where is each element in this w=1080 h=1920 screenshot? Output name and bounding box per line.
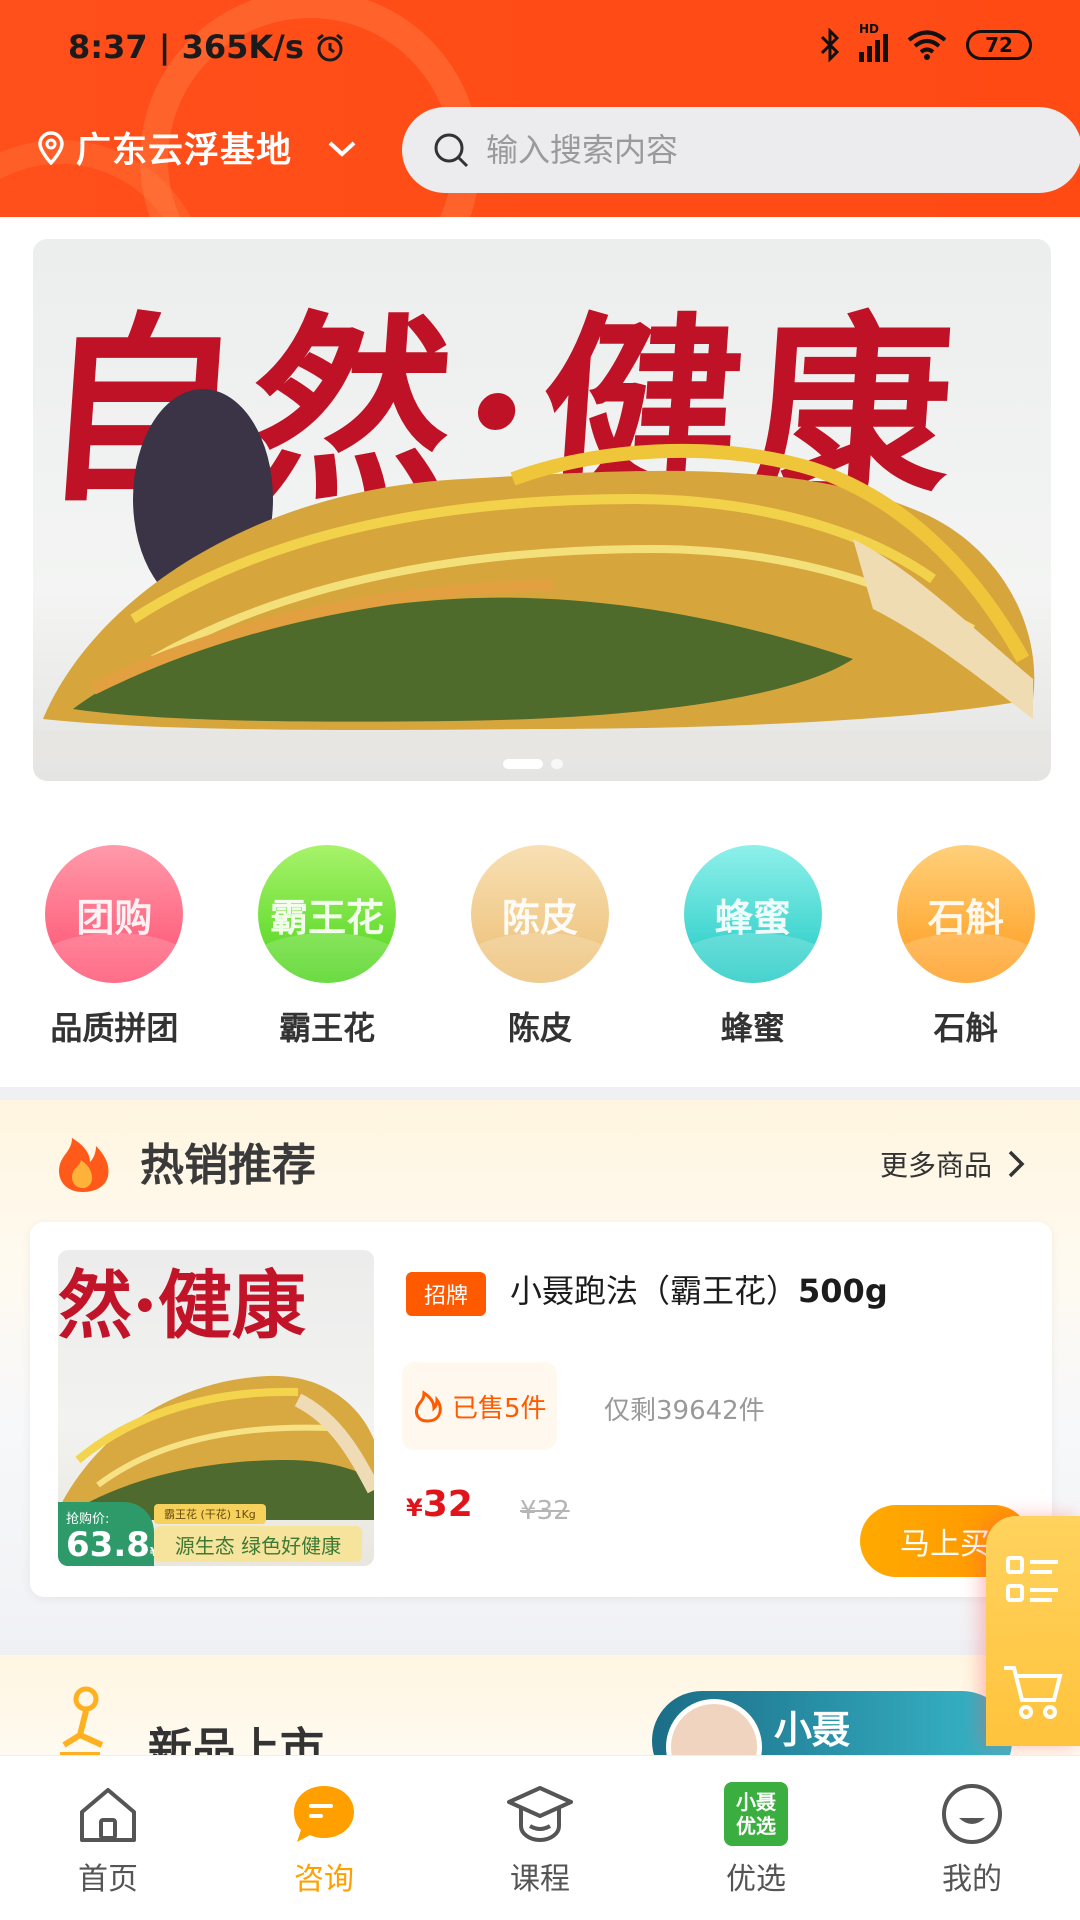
stock-remaining: 仅剩39642件 (604, 1396, 765, 1426)
original-price: ¥32 (520, 1496, 570, 1526)
youxuan-badge: 小聂 优选 (724, 1782, 788, 1846)
fire-icon (58, 1138, 109, 1192)
graduation-cap-icon (507, 1786, 573, 1843)
status-bar: 8:37 | 365K/s HD 72 (0, 0, 1080, 100)
tab-label: 优选 (726, 1862, 786, 1897)
category-row: 团购 品质拼团 霸王花 霸王花 陈皮 陈皮 蜂蜜 蜂蜜 石斛 石斛 (0, 845, 1080, 1049)
carousel-dots (503, 759, 563, 769)
cart-icon[interactable] (1000, 1660, 1066, 1722)
current-price: ¥32 (406, 1484, 473, 1525)
tab-label: 咨询 (294, 1862, 354, 1897)
tab-youxuan[interactable]: 小聂 优选 优选 (656, 1782, 856, 1898)
search-icon (434, 133, 469, 168)
tab-label: 我的 (942, 1862, 1002, 1897)
hot-title: 热销推荐 (140, 1140, 316, 1191)
signature-badge: 招牌 (406, 1272, 487, 1316)
category-item-honey[interactable]: 蜂蜜 蜂蜜 (653, 845, 853, 1049)
app-root: 8:37 | 365K/s HD 72 广东云浮基地 输入搜索内容 自然·健康 … (0, 0, 1080, 1920)
new-arrivals-section: 新品上市 小聂 (0, 1655, 1080, 1755)
location-pin-icon (38, 130, 64, 165)
tab-label: 课程 (510, 1862, 570, 1897)
runner-icon (60, 1686, 104, 1755)
category-icon: 蜂蜜 (683, 845, 822, 983)
status-right: HD 72 (819, 22, 1032, 62)
battery-indicator: 72 (966, 30, 1032, 60)
bottom-tab-bar: 首页 咨询 课程 小聂 优选 优选 我的 (0, 1755, 1080, 1920)
category-label: 石斛 (933, 1009, 998, 1047)
category-label: 霸王花 (279, 1009, 376, 1047)
carousel-dot[interactable] (551, 759, 563, 769)
status-time-speed: 8:37 | 365K/s (68, 28, 304, 66)
chevron-down-icon (328, 141, 356, 157)
category-item-dendrobium[interactable]: 石斛 石斛 (866, 845, 1066, 1049)
tab-home[interactable]: 首页 (8, 1782, 208, 1898)
price-tag-value: 63.8¥ (66, 1525, 158, 1565)
avatar (666, 1699, 762, 1755)
header: 8:37 | 365K/s HD 72 广东云浮基地 (0, 0, 1080, 217)
signal-icon: HD (859, 22, 888, 62)
network-label: HD (859, 22, 880, 36)
category-label: 陈皮 (507, 1009, 572, 1047)
main-content: 自然·健康 团购 品质拼团 霸王花 霸王花 陈皮 陈皮 蜂蜜 蜂蜜 石斛 石斛 (0, 217, 1080, 1087)
search-input[interactable] (486, 131, 1006, 169)
more-products-link[interactable]: 更多商品 (880, 1144, 1026, 1184)
product-image: 然·健康 霸王花 (干花) 1Kg 抢购价: 63.8¥ 源生态 绿色好健康 (58, 1250, 374, 1566)
carousel-dot[interactable] (503, 759, 543, 769)
floating-actions (986, 1516, 1080, 1746)
hot-header: 热销推荐 (48, 1126, 316, 1196)
home-icon (80, 1788, 136, 1842)
chevron-right-icon (1008, 1150, 1025, 1178)
tab-course[interactable]: 课程 (440, 1782, 640, 1898)
location-label: 广东云浮基地 (76, 131, 293, 171)
banner-flower-image (33, 389, 1051, 759)
sold-count-box: 已售5件 (402, 1362, 557, 1450)
more-label: 更多商品 (879, 1149, 992, 1182)
chat-icon (294, 1786, 354, 1842)
profile-icon (942, 1784, 1002, 1844)
category-label: 品质拼团 (50, 1009, 179, 1047)
bluetooth-icon (820, 28, 840, 62)
new-arrivals-title: 新品上市 (148, 1724, 324, 1755)
status-left: 8:37 | 365K/s (68, 28, 346, 66)
tab-label: 首页 (78, 1862, 138, 1897)
price-tag-green: 抢购价: 63.8¥ (58, 1502, 158, 1566)
category-icon: 石斛 (896, 845, 1035, 983)
category-item-chenpi[interactable]: 陈皮 陈皮 (440, 845, 640, 1049)
tab-mine[interactable]: 我的 (872, 1782, 1072, 1898)
banner-carousel[interactable]: 自然·健康 (33, 239, 1051, 781)
wifi-icon (907, 30, 947, 60)
tab-consult[interactable]: 咨询 (224, 1782, 424, 1898)
coach-name: 小聂 (774, 1708, 851, 1752)
category-icon: 霸王花 (258, 845, 397, 983)
product-name: 小聂跑法（霸王花）500g (510, 1272, 888, 1310)
category-item-group-buy[interactable]: 团购 品质拼团 (14, 845, 214, 1049)
product-card[interactable]: 然·健康 霸王花 (干花) 1Kg 抢购价: 63.8¥ 源生态 绿色好健康 (30, 1222, 1052, 1597)
alarm-icon (316, 33, 343, 62)
flame-icon (415, 1390, 442, 1423)
price-tag-mini: 霸王花 (干花) 1Kg (154, 1504, 266, 1524)
coach-card[interactable]: 小聂 (652, 1691, 1012, 1755)
category-icon: 陈皮 (470, 845, 609, 983)
price-tag-banner: 源生态 绿色好健康 (154, 1526, 362, 1562)
sold-count: 已售5件 (452, 1393, 547, 1424)
location-selector[interactable]: 广东云浮基地 (36, 122, 362, 173)
category-icon: 团购 (45, 845, 184, 983)
list-icon[interactable] (1002, 1550, 1064, 1612)
category-label: 蜂蜜 (720, 1009, 785, 1047)
hot-section: 热销推荐 更多商品 然·健康 霸王花 (干花) 1Kg 抢购价: 63.8 源生… (0, 1100, 1080, 1640)
category-item-bawanghua[interactable]: 霸王花 霸王花 (227, 845, 427, 1049)
product-price-tag: 霸王花 (干花) 1Kg 抢购价: 63.8¥ 源生态 绿色好健康 (58, 1502, 374, 1566)
search-bar[interactable] (402, 107, 1080, 193)
